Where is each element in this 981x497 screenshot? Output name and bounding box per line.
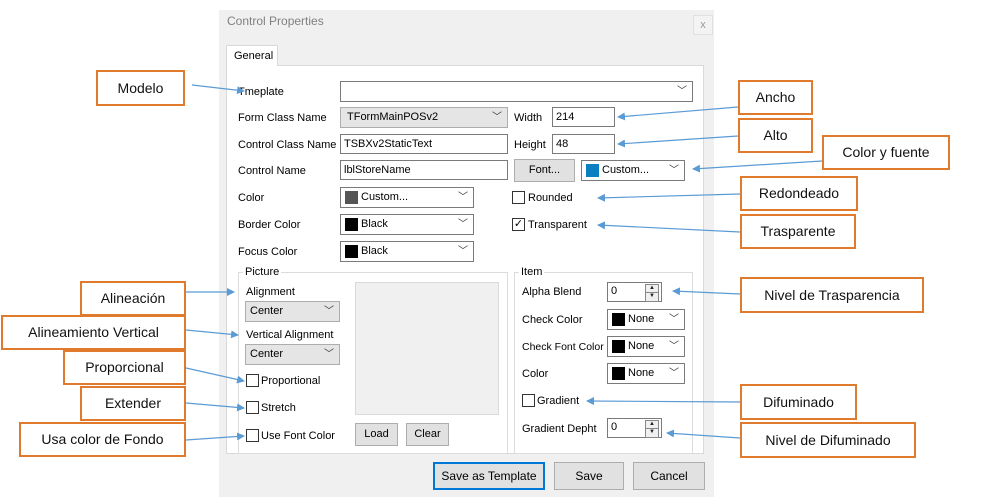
arrow-trasparente <box>597 221 741 233</box>
callout-proporcional: Proporcional <box>63 350 186 385</box>
callout-ancho: Ancho <box>738 80 813 115</box>
callout-alineacion: Alineación <box>80 281 186 316</box>
arrow-alto <box>617 135 739 148</box>
callout-color-fuente: Color y fuente <box>822 135 950 170</box>
arrow-alineamiento-vertical <box>185 329 239 339</box>
arrow-proporcional <box>185 367 245 384</box>
callout-nivel-trasparencia: Nivel de Trasparencia <box>740 277 924 313</box>
callout-usa-color-fondo: Usa color de Fondo <box>19 422 186 457</box>
arrow-nivel-trasparencia <box>672 287 741 296</box>
callout-trasparente: Trasparente <box>740 214 856 249</box>
arrow-modelo <box>191 84 245 95</box>
arrow-extender <box>185 402 245 412</box>
arrow-color-fuente <box>692 160 823 173</box>
callout-alineamiento-vertical: Alineamiento Vertical <box>1 315 186 350</box>
arrow-redondeado <box>597 193 741 202</box>
arrow-difuminado <box>586 397 741 406</box>
callout-difuminado: Difuminado <box>740 384 857 420</box>
arrow-nivel-difuminado <box>666 429 741 439</box>
callout-modelo: Modelo <box>96 70 185 106</box>
callout-alto: Alto <box>738 118 813 153</box>
callout-redondeado: Redondeado <box>740 176 858 211</box>
callout-extender: Extender <box>80 386 186 421</box>
arrow-usa-color-fondo <box>185 432 245 441</box>
callout-nivel-difuminado: Nivel de Difuminado <box>740 422 916 458</box>
arrow-ancho <box>617 106 739 121</box>
